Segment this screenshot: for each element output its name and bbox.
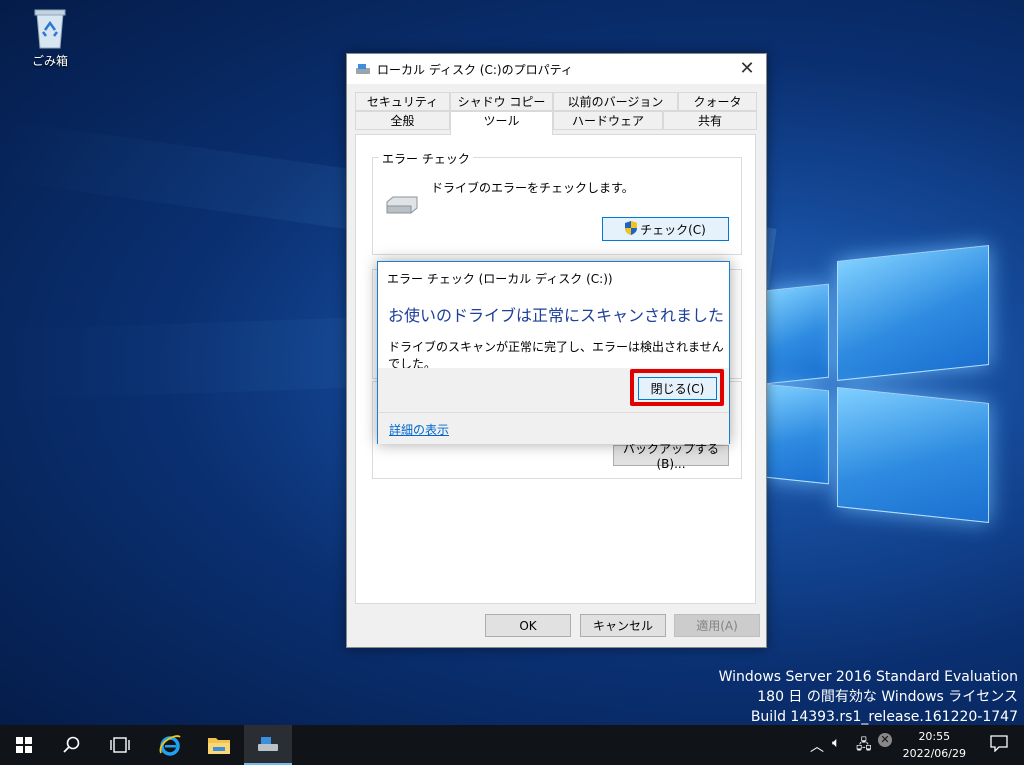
error-dialog-title: エラー チェック (ローカル ディスク (C:)) xyxy=(387,272,613,286)
watermark-line-2: 180 日 の間有効な Windows ライセンス xyxy=(757,689,1018,705)
windows-start-icon xyxy=(16,737,32,753)
internet-explorer-button[interactable] xyxy=(146,725,194,765)
evaluation-watermark: Windows Server 2016 Standard Evaluation … xyxy=(719,667,1018,727)
tab-quota[interactable]: クォータ xyxy=(678,92,757,111)
network-icon[interactable]: 🖧︎ xyxy=(856,734,872,758)
windows-logo-wallpaper xyxy=(765,235,1010,523)
recycle-bin-label: ごみ箱 xyxy=(31,54,68,68)
task-view-icon xyxy=(110,737,130,753)
backup-button[interactable]: バックアップする(B)... xyxy=(613,442,729,471)
watermark-line-3: Build 14393.rs1_release.161220-1747 xyxy=(750,709,1018,725)
window-titlebar[interactable]: ローカル ディスク (C:)のプロパティ ✕ xyxy=(347,54,766,84)
error-check-dialog: エラー チェック (ローカル ディスク (C:)) お使いのドライブは正常にスキ… xyxy=(377,261,730,444)
action-center-button[interactable] xyxy=(990,734,1008,755)
tab-sharing[interactable]: 共有 xyxy=(663,111,757,130)
search-icon xyxy=(63,736,80,753)
apply-button[interactable]: 適用(A) xyxy=(674,614,760,637)
drive-icon xyxy=(355,63,371,75)
error-check-group: エラー チェック ドライブのエラーをチェックします。 チェック(C) xyxy=(372,150,742,255)
clock[interactable]: 20:55 2022/06/29 xyxy=(903,728,966,762)
uac-shield-icon xyxy=(625,220,638,238)
close-button-highlight xyxy=(630,369,724,406)
tab-security[interactable]: セキュリティ xyxy=(355,92,450,111)
error-dialog-details-bar: 詳細の表示 xyxy=(378,412,729,444)
tab-shadow-copies[interactable]: シャドウ コピー xyxy=(450,92,553,111)
ok-button[interactable]: OK xyxy=(485,614,571,637)
clock-date: 2022/06/29 xyxy=(902,747,966,760)
show-details-link[interactable]: 詳細の表示 xyxy=(389,421,449,438)
check-button[interactable]: チェック(C) xyxy=(602,217,729,241)
hard-drive-icon xyxy=(385,196,419,214)
clock-time: 20:55 xyxy=(918,730,951,743)
tab-previous-versions[interactable]: 以前のバージョン xyxy=(553,92,678,111)
recycle-bin-desktop-icon[interactable]: ごみ箱 xyxy=(22,6,78,69)
drive-icon xyxy=(258,737,278,751)
error-dialog-message: ドライブのスキャンが正常に完了し、エラーは検出されませんでした。 xyxy=(388,340,724,371)
tab-tools[interactable]: ツール xyxy=(450,111,553,135)
cancel-button[interactable]: キャンセル xyxy=(580,614,666,637)
chevron-up-icon[interactable]: ︿ xyxy=(810,736,824,756)
error-notification-icon[interactable]: ✕ xyxy=(878,733,892,747)
drive-properties-taskbar-button[interactable] xyxy=(244,725,292,765)
check-button-label: チェック(C) xyxy=(640,222,706,237)
start-button[interactable] xyxy=(0,725,48,765)
file-explorer-button[interactable] xyxy=(195,725,243,765)
recycle-bin-icon xyxy=(32,6,68,50)
tab-general[interactable]: 全般 xyxy=(355,111,450,130)
internet-explorer-icon xyxy=(159,735,181,756)
notification-icon xyxy=(990,735,1008,753)
volume-muted-icon[interactable]: 🔈︎ xyxy=(832,735,840,751)
taskbar: ︿ 🔈︎ 🖧︎ ✕ 20:55 2022/06/29 xyxy=(0,725,1024,765)
folder-icon xyxy=(208,738,230,754)
error-check-legend: エラー チェック xyxy=(379,150,473,167)
tab-hardware[interactable]: ハードウェア xyxy=(553,111,663,130)
search-button[interactable] xyxy=(48,725,96,765)
system-tray: ︿ 🔈︎ 🖧︎ ✕ 20:55 2022/06/29 xyxy=(804,725,1024,765)
error-check-description: ドライブのエラーをチェックします。 xyxy=(431,181,634,195)
window-title: ローカル ディスク (C:)のプロパティ xyxy=(377,62,573,77)
task-view-button[interactable] xyxy=(96,725,144,765)
tab-strip: セキュリティ シャドウ コピー 以前のバージョン クォータ 全般 ツール ハード… xyxy=(355,92,757,135)
watermark-line-1: Windows Server 2016 Standard Evaluation xyxy=(718,669,1018,685)
error-dialog-heading: お使いのドライブは正常にスキャンされました xyxy=(388,306,725,325)
close-icon[interactable]: ✕ xyxy=(736,58,758,80)
